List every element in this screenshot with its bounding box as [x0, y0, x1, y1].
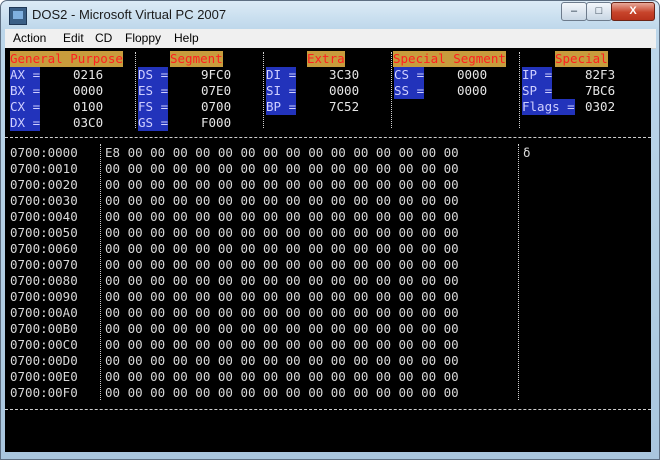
register-bp-value: 7C52	[329, 99, 360, 114]
dump-row-bytes: 00 00 00 00 00 00 00 00 00 00 00 00 00 0…	[105, 305, 459, 320]
dump-row-address: 0700:0050	[10, 225, 78, 240]
register-ss-value: 0000	[457, 83, 488, 98]
dump-bottom-separator	[5, 409, 651, 410]
register-gs-label: GS =	[138, 115, 169, 131]
register-ax-value: 0216	[73, 67, 104, 82]
register-ip-label: IP =	[522, 67, 553, 83]
dump-row-address: 0700:0090	[10, 289, 78, 304]
menu-help[interactable]: Help	[174, 31, 199, 45]
dump-row-address: 0700:0080	[10, 273, 78, 288]
register-sp-value: 7BC6	[585, 83, 616, 98]
register-di-value: 3C30	[329, 67, 360, 82]
register-ss-label: SS =	[394, 83, 425, 99]
dump-row-address: 0700:00F0	[10, 385, 78, 400]
maximize-button[interactable]: □	[586, 2, 612, 21]
menu-cd[interactable]: CD	[95, 31, 112, 45]
header-general-purpose: General Purpose	[10, 51, 123, 67]
dump-row-address: 0700:0070	[10, 257, 78, 272]
dump-row-bytes: 00 00 00 00 00 00 00 00 00 00 00 00 00 0…	[105, 193, 459, 208]
dump-row-bytes: 00 00 00 00 00 00 00 00 00 00 00 00 00 0…	[105, 257, 459, 272]
register-gs-value: F000	[201, 115, 232, 130]
register-divider	[135, 52, 136, 128]
menu-bar: Action Edit CD Floppy Help	[5, 29, 656, 49]
register-cx-value: 0100	[73, 99, 104, 114]
dump-row-address: 0700:0010	[10, 161, 78, 176]
minimize-button[interactable]: –	[561, 2, 587, 21]
register-ds-value: 9FC0	[201, 67, 232, 82]
dump-row-address: 0700:00D0	[10, 353, 78, 368]
register-cs-label: CS =	[394, 67, 425, 83]
virtual-pc-window: DOS2 - Microsoft Virtual PC 2007 – □ X A…	[0, 0, 660, 460]
register-divider	[263, 52, 264, 128]
close-button[interactable]: X	[611, 2, 655, 21]
dump-row-address: 0700:0040	[10, 209, 78, 224]
register-divider	[391, 52, 392, 128]
ascii-divider	[518, 144, 519, 400]
register-es-label: ES =	[138, 83, 169, 99]
register-bp-label: BP =	[266, 99, 297, 115]
virtual-pc-app-icon	[9, 7, 27, 25]
dump-row-address: 0700:0030	[10, 193, 78, 208]
menu-action[interactable]: Action	[13, 31, 46, 45]
header-extra: Extra	[307, 51, 345, 67]
dump-row-address: 0700:0060	[10, 241, 78, 256]
dump-row-bytes: 00 00 00 00 00 00 00 00 00 00 00 00 00 0…	[105, 209, 459, 224]
register-fs-value: 0700	[201, 99, 232, 114]
dump-row-bytes: 00 00 00 00 00 00 00 00 00 00 00 00 00 0…	[105, 321, 459, 336]
dump-row-ascii: δ	[523, 145, 531, 160]
register-si-value: 0000	[329, 83, 360, 98]
dump-row-address: 0700:00B0	[10, 321, 78, 336]
register-ax-label: AX =	[10, 67, 41, 83]
dump-row-bytes: 00 00 00 00 00 00 00 00 00 00 00 00 00 0…	[105, 241, 459, 256]
register-fs-label: FS =	[138, 99, 169, 115]
register-bx-label: BX =	[10, 83, 41, 99]
dump-row-address: 0700:00E0	[10, 369, 78, 384]
register-sp-label: SP =	[522, 83, 553, 99]
dump-row-bytes: 00 00 00 00 00 00 00 00 00 00 00 00 00 0…	[105, 225, 459, 240]
dump-row-bytes: 00 00 00 00 00 00 00 00 00 00 00 00 00 0…	[105, 353, 459, 368]
dump-row-bytes: E8 00 00 00 00 00 00 00 00 00 00 00 00 0…	[105, 145, 459, 160]
register-cs-value: 0000	[457, 67, 488, 82]
vm-console-screen[interactable]: General Purpose Segment Extra Special Se…	[5, 48, 651, 452]
dump-row-bytes: 00 00 00 00 00 00 00 00 00 00 00 00 00 0…	[105, 369, 459, 384]
menu-floppy[interactable]: Floppy	[125, 31, 161, 45]
register-ip-value: 82F3	[585, 67, 616, 82]
register-ds-label: DS =	[138, 67, 169, 83]
dump-top-separator	[5, 137, 651, 138]
dump-row-bytes: 00 00 00 00 00 00 00 00 00 00 00 00 00 0…	[105, 273, 459, 288]
register-flags-label: Flags =	[522, 99, 575, 115]
dump-row-bytes: 00 00 00 00 00 00 00 00 00 00 00 00 00 0…	[105, 177, 459, 192]
register-divider	[519, 52, 520, 128]
address-divider	[100, 144, 101, 400]
dump-row-address: 0700:0020	[10, 177, 78, 192]
dump-row-address: 0700:00C0	[10, 337, 78, 352]
register-cx-label: CX =	[10, 99, 41, 115]
dump-row-bytes: 00 00 00 00 00 00 00 00 00 00 00 00 00 0…	[105, 161, 459, 176]
register-flags-value: 0302	[585, 99, 616, 114]
window-title: DOS2 - Microsoft Virtual PC 2007	[32, 7, 227, 22]
register-es-value: 07E0	[201, 83, 232, 98]
dump-row-address: 0700:0000	[10, 145, 78, 160]
register-si-label: SI =	[266, 83, 297, 99]
dump-row-bytes: 00 00 00 00 00 00 00 00 00 00 00 00 00 0…	[105, 337, 459, 352]
register-dx-label: DX =	[10, 115, 41, 131]
title-bar[interactable]: DOS2 - Microsoft Virtual PC 2007 – □ X	[1, 1, 659, 29]
dump-row-bytes: 00 00 00 00 00 00 00 00 00 00 00 00 00 0…	[105, 385, 459, 400]
menu-edit[interactable]: Edit	[63, 31, 84, 45]
register-bx-value: 0000	[73, 83, 104, 98]
header-special: Special	[555, 51, 608, 67]
register-dx-value: 03C0	[73, 115, 104, 130]
dump-row-bytes: 00 00 00 00 00 00 00 00 00 00 00 00 00 0…	[105, 289, 459, 304]
register-di-label: DI =	[266, 67, 297, 83]
dump-row-address: 0700:00A0	[10, 305, 78, 320]
header-special-segment: Special Segment	[393, 51, 506, 67]
header-segment: Segment	[170, 51, 223, 67]
